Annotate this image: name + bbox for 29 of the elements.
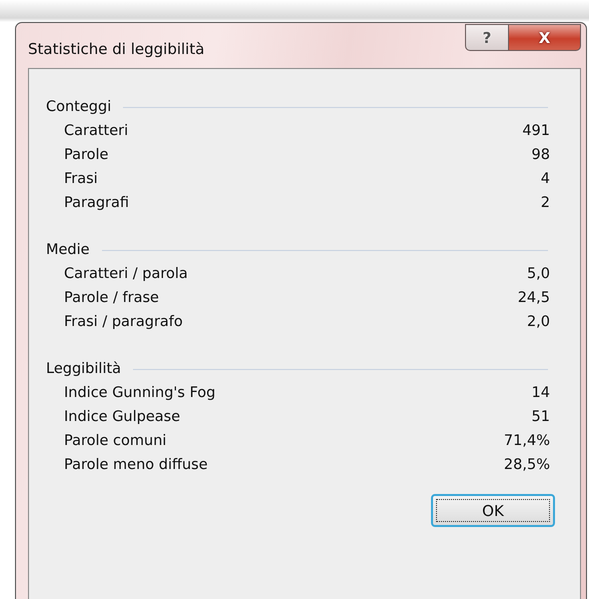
stat-value: 28,5% [504, 457, 550, 473]
stat-value: 51 [532, 409, 550, 425]
stat-label: Caratteri / parola [64, 266, 188, 282]
stat-value: 5,0 [526, 266, 550, 282]
close-button[interactable]: X [509, 24, 581, 51]
section-heading: Medie [46, 242, 90, 258]
stat-value: 24,5 [518, 290, 550, 306]
ok-button[interactable]: OK [431, 494, 555, 527]
stat-value: 14 [532, 385, 550, 401]
stat-label: Parole [64, 147, 108, 163]
stat-value: 71,4% [504, 433, 550, 449]
stat-label: Parole / frase [64, 290, 159, 306]
stat-label: Parole comuni [64, 433, 166, 449]
stat-label: Frasi / paragrafo [64, 314, 183, 330]
stat-value: 491 [522, 123, 550, 139]
stat-label: Paragrafi [64, 195, 130, 211]
stat-value: 2 [540, 195, 550, 211]
window-title: Statistiche di leggibilità [28, 40, 204, 58]
stat-label: Indice Gunning's Fog [64, 385, 216, 401]
section-heading: Conteggi [46, 99, 112, 115]
stat-label: Caratteri [64, 123, 128, 139]
stat-value: 98 [532, 147, 550, 163]
stat-value: 2,0 [526, 314, 550, 330]
help-button[interactable]: ? [465, 24, 509, 51]
section-heading: Leggibilità [46, 361, 122, 377]
stat-label: Indice Gulpease [64, 409, 180, 425]
stat-label: Frasi [64, 171, 98, 187]
stat-label: Parole meno diffuse [64, 457, 208, 473]
stat-value: 4 [540, 171, 550, 187]
